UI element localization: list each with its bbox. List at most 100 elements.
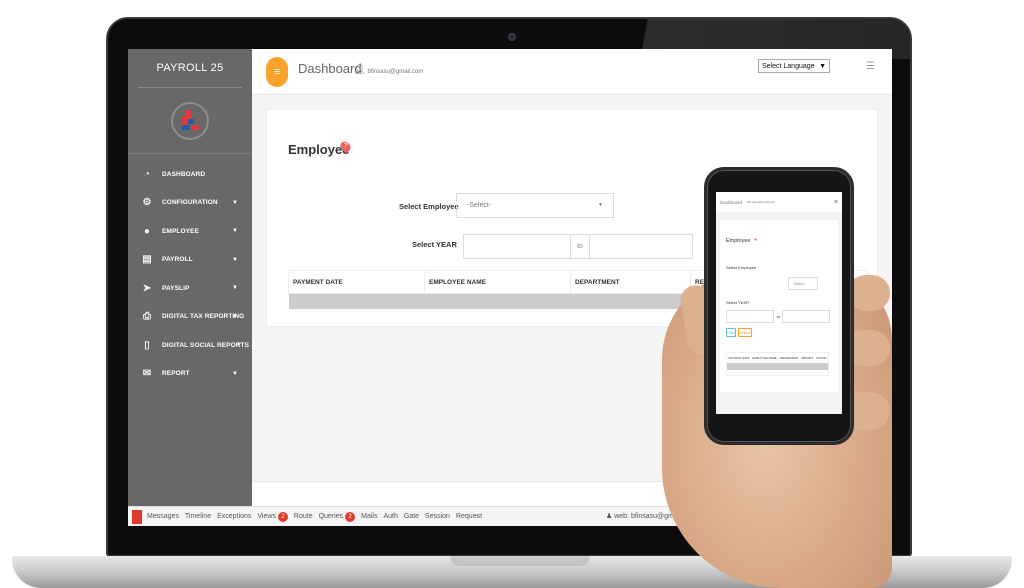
debug-tab-gate[interactable]: Gate	[404, 513, 419, 520]
employee-select-value: -Select-	[467, 202, 492, 209]
smartphone: Dashboard bfinsasu@gmail.com ≡ Employee …	[704, 167, 854, 445]
hamburger-icon: ≡	[273, 66, 281, 78]
language-select-value: Select Language	[762, 62, 815, 70]
phone-header: Dashboard bfinsasu@gmail.com ≡	[716, 192, 842, 212]
phone-table-header: PAYMENT DATE EMPLOYEE NAME DEPARTMENT RE…	[727, 353, 828, 363]
phone-year-to-input[interactable]	[782, 310, 830, 323]
top-header: ≡ Dashboard 👤︎ bfinsasu@gmail.com Select …	[252, 49, 892, 95]
sidebar: PAYROLL 25 ◔ DASHBOARD ⚙ CONFIGURATION ▼ ● E…	[128, 49, 252, 526]
year-to-input[interactable]	[589, 234, 693, 259]
select-employee-label: Select Employee	[399, 202, 459, 211]
page-title: Dashboard	[298, 61, 362, 76]
count-badge: 2	[277, 511, 288, 522]
caret-down-icon: ▼	[231, 199, 238, 206]
phone-table: PAYMENT DATE EMPLOYEE NAME DEPARTMENT RE…	[726, 352, 829, 376]
user-icon: ♟	[606, 513, 613, 520]
column-header: DEPARTMENT	[779, 356, 799, 360]
debug-tab-route[interactable]: Route	[294, 513, 313, 520]
year-to-label: to	[571, 234, 589, 259]
phone-refresh-button[interactable]: Refresh	[738, 328, 752, 337]
sidebar-item-report[interactable]: ✉ REPORT ▼	[128, 360, 252, 389]
column-header[interactable]: PAYMENT DATE	[288, 270, 425, 294]
caret-down-icon: ▼	[598, 202, 603, 208]
caret-down-icon: ▼	[231, 370, 238, 377]
pie-chart-icon: ◔	[143, 168, 151, 180]
sidebar-item-configuration[interactable]: ⚙ CONFIGURATION ▼	[128, 189, 252, 218]
column-header: PAYMENT DATE	[728, 356, 750, 360]
language-select[interactable]: Select Language ▼	[758, 59, 830, 73]
tab-label: Queries	[318, 513, 344, 520]
send-icon: ➤	[142, 282, 152, 294]
hamburger-icon[interactable]: ≡	[834, 199, 838, 206]
document-icon: ▤	[142, 254, 152, 266]
column-header[interactable]: DEPARTMENT	[570, 270, 691, 294]
caret-down-icon: ▼	[819, 62, 826, 70]
phone-employee-select[interactable]: -Select-	[788, 277, 818, 290]
printer-icon: ⎙	[142, 311, 152, 323]
sidebar-item-dashboard[interactable]: ◔ DASHBOARD	[128, 160, 252, 189]
laptop-notch	[450, 556, 590, 566]
caret-down-icon: ▼	[231, 285, 238, 292]
debugbar-logo-icon[interactable]	[132, 509, 142, 524]
sidebar-item-label: EMPLOYEE	[162, 227, 199, 235]
sidebar-nav: ◔ DASHBOARD ⚙ CONFIGURATION ▼ ● EMPLOYEE ▼ ▤ P…	[128, 154, 252, 388]
phone-year-from-input[interactable]	[726, 310, 774, 323]
phone-to-label: to	[777, 314, 781, 319]
debug-tab-messages[interactable]: Messages	[147, 513, 179, 520]
sidebar-item-digital-social-reports[interactable]: ▯ DIGITAL SOCIAL REPORTS ▼	[128, 331, 252, 360]
phone-filter-button[interactable]: Filter	[726, 328, 736, 337]
phone-card: Employee ● Select Employee -Select- Sele…	[720, 220, 838, 392]
logo-area	[128, 88, 252, 154]
debug-tab-request[interactable]: Request	[456, 513, 482, 520]
phone-select-year-label: Select YEAR	[726, 300, 750, 305]
caret-down-icon: ▼	[231, 256, 238, 263]
sidebar-item-payslip[interactable]: ➤ PAYSLIP ▼	[128, 274, 252, 303]
finger-image	[848, 275, 890, 311]
sidebar-item-payroll[interactable]: ▤ PAYROLL ▼	[128, 246, 252, 275]
debug-tab-session[interactable]: Session	[425, 513, 450, 520]
column-header: ACTION	[815, 356, 827, 360]
sidebar-item-label: REPORT	[162, 370, 190, 378]
phone-user-email: bfinsasu@gmail.com	[747, 200, 775, 204]
sidebar-item-employee[interactable]: ● EMPLOYEE ▼	[128, 217, 252, 246]
company-logo[interactable]	[171, 101, 209, 140]
help-marker-icon[interactable]: ●	[754, 237, 757, 243]
phone-card-title: Employee	[726, 238, 751, 244]
debug-tab-exceptions[interactable]: Exceptions	[217, 513, 251, 520]
column-header: EMPLOYEE NAME	[752, 356, 777, 360]
caret-down-icon: ▼	[231, 313, 238, 320]
sidebar-item-label: CONFIGURATION	[162, 199, 218, 207]
user-icon: 👤︎	[354, 64, 366, 74]
phone-screen: Dashboard bfinsasu@gmail.com ≡ Employee …	[716, 192, 842, 414]
sidebar-item-label: PAYROLL	[162, 256, 193, 264]
device-mockup: PAYROLL 25 ◔ DASHBOARD ⚙ CONFIGURATION ▼ ● E…	[0, 0, 1024, 588]
caret-down-icon: ▼	[231, 228, 238, 235]
employee-select[interactable]: -Select- ▼	[456, 193, 614, 218]
count-badge: 2	[345, 511, 356, 522]
user-email: bfinsasu@gmail.com	[367, 69, 424, 75]
empty-table-row	[727, 363, 828, 370]
phone-table-scrollbar[interactable]	[727, 370, 828, 375]
brand-title: PAYROLL 25	[156, 62, 224, 74]
caret-down-icon: ▼	[235, 342, 242, 349]
debug-tab-queries[interactable]: Queries 2	[318, 511, 356, 522]
year-from-input[interactable]	[463, 234, 571, 259]
list-icon[interactable]: ☰	[866, 61, 875, 72]
envelope-icon: ✉	[142, 368, 152, 380]
debug-tab-timeline[interactable]: Timeline	[185, 513, 211, 520]
column-header: REPORT	[801, 356, 814, 360]
gear-icon: ⚙	[142, 197, 152, 209]
select-year-label: Select YEAR	[412, 240, 457, 249]
sidebar-item-label: PAYSLIP	[162, 284, 190, 292]
tab-label: Views	[257, 513, 276, 520]
webcam-icon	[508, 33, 516, 41]
sidebar-item-digital-tax-reporting[interactable]: ⎙ DIGITAL TAX REPORTING ▼	[128, 303, 252, 332]
user-circle-icon: ●	[143, 225, 151, 237]
debug-tab-mails[interactable]: Mails	[361, 513, 377, 520]
debug-tab-views[interactable]: Views 2	[257, 511, 288, 522]
user-info[interactable]: 👤︎ bfinsasu@gmail.com	[354, 64, 423, 75]
phone-page-title: Dashboard	[720, 199, 743, 205]
menu-toggle-button[interactable]: ≡	[266, 57, 288, 87]
debug-tab-auth[interactable]: Auth	[383, 513, 397, 520]
column-header[interactable]: EMPLOYEE NAME	[424, 270, 571, 294]
